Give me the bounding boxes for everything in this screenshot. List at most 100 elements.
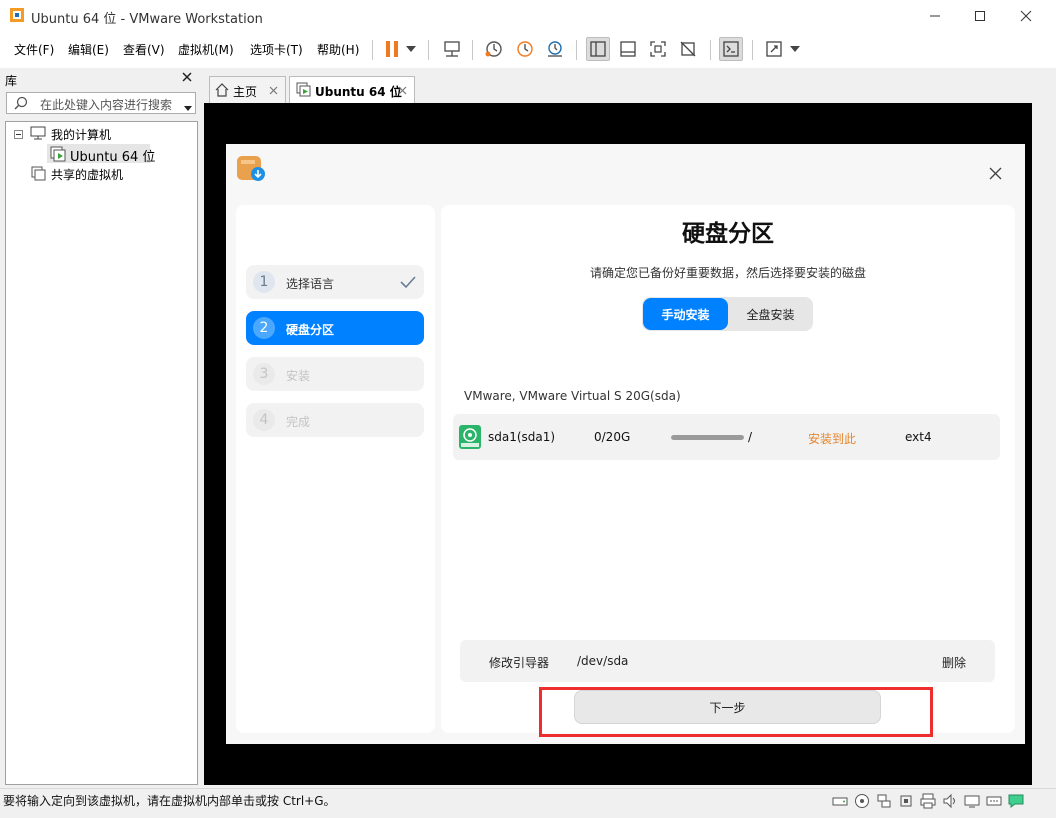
power-dropdown-button[interactable] xyxy=(403,37,419,61)
snapshot-manager-icon xyxy=(548,41,562,57)
step-number: 4 xyxy=(253,409,275,431)
checkmark-icon xyxy=(400,276,416,289)
chevron-down-icon xyxy=(790,46,800,52)
pause-icon xyxy=(386,41,398,57)
stretch-icon xyxy=(766,41,782,57)
manual-install-button[interactable]: 手动安装 xyxy=(643,298,728,330)
send-ctrl-alt-del-button[interactable] xyxy=(440,37,464,61)
menu-vm[interactable]: 虚拟机(M) xyxy=(178,41,234,58)
partition-name: sda1(sda1) xyxy=(488,430,556,444)
close-icon xyxy=(1020,10,1032,22)
home-icon xyxy=(215,83,229,100)
library-title: 库 xyxy=(5,74,18,88)
bottom-panel-layout-icon xyxy=(620,41,636,57)
library-tree xyxy=(5,121,198,785)
delete-button[interactable]: 删除 xyxy=(942,654,966,671)
vmware-app-icon xyxy=(9,7,25,23)
stretch-dropdown-button[interactable] xyxy=(787,37,803,61)
search-dropdown-button[interactable] xyxy=(184,100,192,114)
menu-file[interactable]: 文件(F) xyxy=(14,41,54,58)
step-label: 选择语言 xyxy=(286,277,335,291)
installer-app-icon xyxy=(236,155,266,186)
menu-help[interactable]: 帮助(H) xyxy=(317,41,359,58)
toolbar-separator xyxy=(576,40,577,60)
step-label: 安装 xyxy=(286,369,311,383)
step-label: 硬盘分区 xyxy=(286,323,335,337)
device-icons-tray xyxy=(832,793,1024,809)
step-number: 1 xyxy=(253,271,275,293)
minus-box-icon xyxy=(14,130,23,139)
step-number: 3 xyxy=(253,363,275,385)
sound-card-icon[interactable] xyxy=(942,793,958,809)
library-search-placeholder: 在此处键入内容进行搜索 xyxy=(40,98,173,112)
library-header xyxy=(0,69,203,91)
tab-home-label: 主页 xyxy=(233,85,258,99)
tree-item-my-computer[interactable]: 我的计算机 xyxy=(51,126,111,143)
full-disk-install-button[interactable]: 全盘安装 xyxy=(729,298,812,330)
library-close-button[interactable] xyxy=(182,70,192,86)
tree-item-shared-vms[interactable]: 共享的虚拟机 xyxy=(51,166,123,183)
display-icon[interactable] xyxy=(964,793,980,809)
chevron-down-icon xyxy=(406,46,416,52)
chevron-down-icon xyxy=(184,106,192,111)
network-adapter-icon[interactable] xyxy=(876,793,892,809)
menu-edit[interactable]: 编辑(E) xyxy=(68,41,109,58)
snapshot-manager-button[interactable] xyxy=(543,37,567,61)
step-disk-partition: 2 硬盘分区 xyxy=(246,311,424,345)
stretch-view-button[interactable] xyxy=(762,37,786,61)
tree-collapse-toggle[interactable] xyxy=(14,128,23,142)
step-label: 完成 xyxy=(286,415,311,429)
change-bootloader-label[interactable]: 修改引导器 xyxy=(489,654,549,671)
snapshot-clock-icon xyxy=(485,41,502,57)
show-thumbnail-button[interactable] xyxy=(616,37,640,61)
close-icon xyxy=(182,72,192,82)
toolbar-separator xyxy=(752,40,753,60)
show-library-button[interactable] xyxy=(586,37,610,61)
full-screen-button[interactable] xyxy=(646,37,670,61)
minimize-button[interactable] xyxy=(912,0,958,32)
maximize-button[interactable] xyxy=(957,0,1003,32)
step-select-language: 1 选择语言 xyxy=(246,265,424,299)
menu-tabs[interactable]: 选项卡(T) xyxy=(250,41,303,58)
pause-button[interactable] xyxy=(380,37,404,61)
installer-close-button[interactable] xyxy=(989,167,1002,183)
printer-icon[interactable] xyxy=(920,793,936,809)
cd-drive-icon[interactable] xyxy=(854,793,870,809)
revert-clock-icon xyxy=(517,41,533,57)
partition-usage-fill xyxy=(671,435,744,440)
unity-mode-button[interactable] xyxy=(676,37,700,61)
toolbar-separator xyxy=(428,40,429,60)
unity-mode-icon xyxy=(680,41,696,57)
close-icon xyxy=(398,86,407,95)
sidebar-layout-icon xyxy=(590,41,606,57)
partition-usage: 0/20G xyxy=(594,430,631,444)
revert-snapshot-button[interactable] xyxy=(513,37,537,61)
page-title: 硬盘分区 xyxy=(682,221,774,247)
tree-item-ubuntu-vm[interactable]: Ubuntu 64 位 xyxy=(70,146,155,165)
shared-vm-icon xyxy=(31,166,47,185)
window-title: Ubuntu 64 位 - VMware Workstation xyxy=(31,12,263,27)
serial-port-icon[interactable] xyxy=(986,793,1002,809)
terminal-icon xyxy=(723,41,739,57)
tab-home-close-button[interactable] xyxy=(269,84,278,98)
tab-ubuntu-close-button[interactable] xyxy=(398,84,407,98)
network-computer-icon xyxy=(444,41,460,57)
console-view-button[interactable] xyxy=(719,37,743,61)
page-subtitle: 请确定您已备份好重要数据，然后选择要安装的磁盘 xyxy=(589,266,866,280)
snapshot-button[interactable] xyxy=(482,37,506,61)
message-log-icon[interactable] xyxy=(1008,793,1024,809)
disk-name: VMware, VMware Virtual S 20G(sda) xyxy=(464,389,681,403)
close-window-button[interactable] xyxy=(1003,0,1049,32)
vm-running-icon xyxy=(50,146,66,165)
partition-filesystem: ext4 xyxy=(905,430,932,444)
hard-disk-icon[interactable] xyxy=(832,793,848,809)
menu-view[interactable]: 查看(V) xyxy=(123,41,165,58)
close-icon xyxy=(269,86,278,95)
vm-running-icon xyxy=(296,82,311,100)
status-message: 要将输入定向到该虚拟机，请在虚拟机内部单击或按 Ctrl+G。 xyxy=(3,794,336,808)
computer-icon xyxy=(30,126,46,143)
partition-usage-bar xyxy=(671,435,744,440)
install-here-label[interactable]: 安装到此 xyxy=(808,430,856,447)
usb-controller-icon[interactable] xyxy=(898,793,914,809)
close-icon xyxy=(989,167,1002,180)
